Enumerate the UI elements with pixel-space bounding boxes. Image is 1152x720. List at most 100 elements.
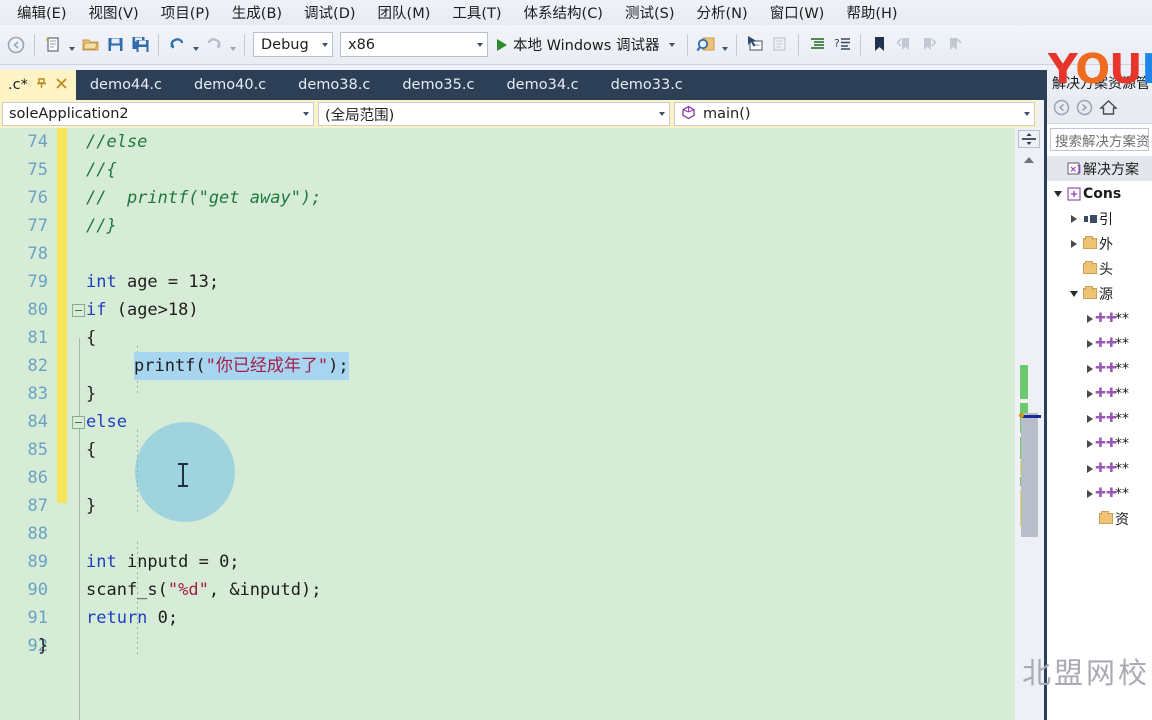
menu-item-7[interactable]: 体系结构(C) bbox=[513, 0, 614, 25]
start-debugging-button[interactable]: 本地 Windows 调试器 bbox=[489, 32, 681, 58]
member-scope-combo[interactable]: main() bbox=[674, 102, 1035, 126]
code-token: { bbox=[86, 328, 97, 348]
code-line[interactable]: 86 bbox=[0, 464, 1015, 492]
code-lines[interactable]: 74 //else 75 //{76 // printf("get away"); 77 /… bbox=[0, 128, 1015, 720]
menu-item-11[interactable]: 帮助(H) bbox=[835, 0, 908, 25]
fold-collapse-icon[interactable] bbox=[72, 416, 85, 429]
menu-item-1[interactable]: 视图(V) bbox=[77, 0, 149, 25]
indent-icon[interactable] bbox=[805, 32, 829, 58]
fold-collapse-icon[interactable] bbox=[72, 304, 85, 317]
new-project-dropdown[interactable] bbox=[66, 32, 77, 58]
chevron-right-icon[interactable] bbox=[1067, 214, 1081, 223]
comment-icon[interactable] bbox=[768, 32, 792, 58]
code-editor[interactable]: 74 //else 75 //{76 // printf("get away"); 77 /… bbox=[0, 128, 1015, 720]
chevron-right-icon[interactable] bbox=[1067, 239, 1081, 248]
pin-icon[interactable] bbox=[35, 77, 48, 93]
menu-item-2[interactable]: 项目(P) bbox=[150, 0, 221, 25]
code-line[interactable]: 90 scanf_s("%d", &inputd); bbox=[0, 576, 1015, 604]
tree-item[interactable]: ✚✚ ** bbox=[1047, 306, 1152, 331]
toggle-outline-icon[interactable]: ? bbox=[830, 32, 854, 58]
menu-item-4[interactable]: 调试(D) bbox=[293, 0, 366, 25]
save-all-icon[interactable] bbox=[128, 32, 152, 58]
code-line[interactable]: 83} bbox=[0, 380, 1015, 408]
code-line[interactable]: 92} bbox=[0, 632, 1015, 660]
tree-item[interactable]: ✚✚ ** bbox=[1047, 431, 1152, 456]
cpp-file-icon: ✚✚ bbox=[1095, 486, 1117, 501]
code-line[interactable]: 85 { bbox=[0, 436, 1015, 464]
undo-dropdown[interactable] bbox=[190, 32, 201, 58]
code-line[interactable]: 91 return 0; bbox=[0, 604, 1015, 632]
code-line[interactable]: 75 //{ bbox=[0, 156, 1015, 184]
redo-icon[interactable] bbox=[202, 32, 226, 58]
document-tab[interactable]: demo44.c bbox=[75, 70, 180, 100]
code-line[interactable]: 82 printf("你已经成年了"); bbox=[0, 352, 1015, 380]
back-icon[interactable] bbox=[1053, 99, 1070, 121]
tree-item[interactable]: 引 bbox=[1047, 206, 1152, 231]
code-line[interactable]: 87} bbox=[0, 492, 1015, 520]
editor-vertical-scrollbar[interactable] bbox=[1018, 150, 1041, 720]
tree-item[interactable]: ✚✚ ** bbox=[1047, 381, 1152, 406]
document-tab[interactable]: demo35.c bbox=[388, 70, 493, 100]
find-dropdown[interactable] bbox=[719, 32, 730, 58]
code-line[interactable]: 74 //else bbox=[0, 128, 1015, 156]
project-scope-combo[interactable]: soleApplication2 bbox=[2, 102, 314, 126]
bookmark-icon[interactable] bbox=[867, 32, 891, 58]
tree-item[interactable]: ×] 解决方案 bbox=[1047, 156, 1152, 181]
menu-item-5[interactable]: 团队(M) bbox=[367, 0, 442, 25]
document-tab[interactable]: demo34.c bbox=[492, 70, 597, 100]
type-scope-combo[interactable]: (全局范围) bbox=[318, 102, 670, 126]
new-project-icon[interactable] bbox=[41, 32, 65, 58]
tree-item[interactable]: 资 bbox=[1047, 506, 1152, 531]
document-tab[interactable]: demo38.c bbox=[284, 70, 389, 100]
scrollbar-thumb[interactable] bbox=[1021, 413, 1038, 537]
solution-platform-combo[interactable]: x86 bbox=[340, 32, 488, 57]
scroll-up-button[interactable] bbox=[1018, 152, 1040, 168]
code-line[interactable]: 81 { bbox=[0, 324, 1015, 352]
chevron-down-icon[interactable] bbox=[1067, 290, 1081, 297]
document-tab-active[interactable]: .c* bbox=[0, 70, 76, 100]
tree-item[interactable]: ✚✚ ** bbox=[1047, 456, 1152, 481]
menu-item-0[interactable]: 编辑(E) bbox=[6, 0, 77, 25]
document-tab[interactable]: demo33.c bbox=[596, 70, 701, 100]
code-line[interactable]: 88 bbox=[0, 520, 1015, 548]
prev-bookmark-icon[interactable] bbox=[892, 32, 916, 58]
find-in-files-icon[interactable] bbox=[694, 32, 718, 58]
tree-item[interactable]: ✚✚ ** bbox=[1047, 406, 1152, 431]
tree-item[interactable]: 外 bbox=[1047, 231, 1152, 256]
tree-item[interactable]: ✚✚ ** bbox=[1047, 331, 1152, 356]
tree-item[interactable]: 头 bbox=[1047, 256, 1152, 281]
code-line[interactable]: 77 //} bbox=[0, 212, 1015, 240]
save-icon[interactable] bbox=[103, 32, 127, 58]
forward-icon[interactable] bbox=[1076, 99, 1093, 121]
solution-explorer-search-input[interactable]: 搜索解决方案资 bbox=[1050, 128, 1149, 151]
code-line[interactable]: 79 int age = 13; bbox=[0, 268, 1015, 296]
next-bookmark-icon[interactable] bbox=[917, 32, 941, 58]
solution-configuration-combo[interactable]: Debug bbox=[253, 32, 333, 57]
clear-bookmark-icon[interactable] bbox=[942, 32, 966, 58]
navigate-backward-icon[interactable] bbox=[4, 32, 28, 58]
tree-item[interactable]: Cons bbox=[1047, 181, 1152, 206]
code-line[interactable]: 78 bbox=[0, 240, 1015, 268]
tree-item[interactable]: ✚✚ ** bbox=[1047, 481, 1152, 506]
menu-item-8[interactable]: 测试(S) bbox=[614, 0, 686, 25]
menu-item-3[interactable]: 生成(B) bbox=[221, 0, 293, 25]
solution-tree[interactable]: ×] 解决方案 Cons 引外头源 ✚✚ ** ✚✚ ** ✚✚ ** ✚✚ ** ✚✚ ** ✚✚ ** ✚✚… bbox=[1047, 155, 1152, 531]
split-view-icon[interactable] bbox=[1018, 130, 1040, 148]
code-line[interactable]: 80 if (age>18) bbox=[0, 296, 1015, 324]
close-icon[interactable] bbox=[55, 77, 68, 93]
menu-item-9[interactable]: 分析(N) bbox=[686, 0, 759, 25]
code-line[interactable]: 89 int inputd = 0; bbox=[0, 548, 1015, 576]
menu-item-6[interactable]: 工具(T) bbox=[441, 0, 512, 25]
undo-icon[interactable] bbox=[165, 32, 189, 58]
code-line[interactable]: 84 else bbox=[0, 408, 1015, 436]
menu-item-10[interactable]: 窗口(W) bbox=[759, 0, 836, 25]
code-line[interactable]: 76 // printf("get away"); bbox=[0, 184, 1015, 212]
navigate-to-icon[interactable] bbox=[743, 32, 767, 58]
home-icon[interactable] bbox=[1099, 99, 1118, 121]
redo-dropdown[interactable] bbox=[227, 32, 238, 58]
document-tab[interactable]: demo40.c bbox=[180, 70, 285, 100]
tree-item[interactable]: 源 bbox=[1047, 281, 1152, 306]
tree-item[interactable]: ✚✚ ** bbox=[1047, 356, 1152, 381]
open-file-icon[interactable] bbox=[78, 32, 102, 58]
chevron-down-icon[interactable] bbox=[1051, 190, 1065, 197]
